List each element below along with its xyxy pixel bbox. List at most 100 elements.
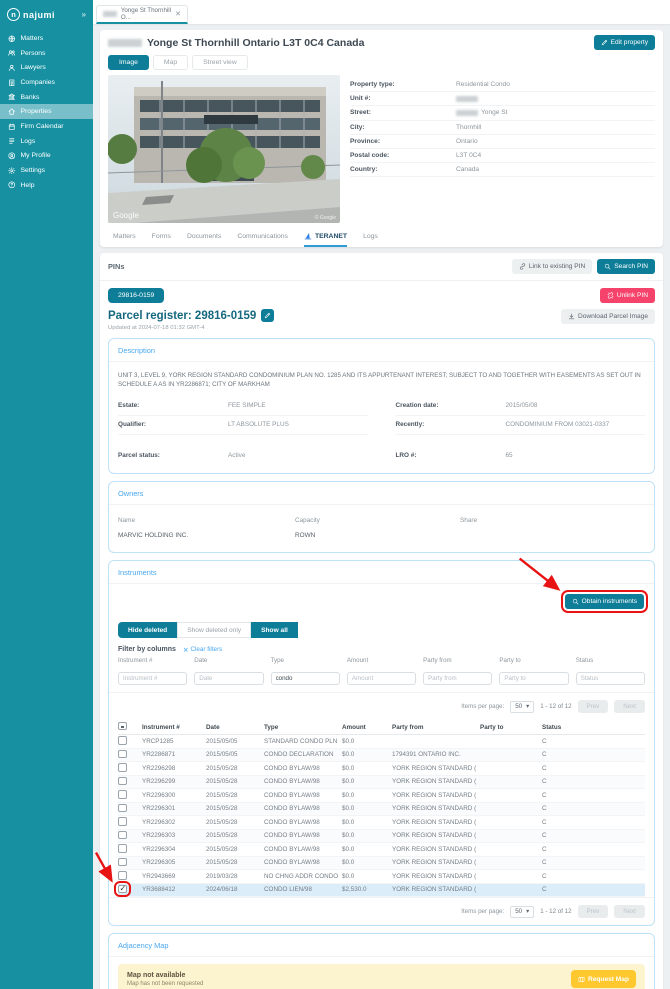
row-checkbox[interactable] bbox=[118, 857, 127, 867]
cell-party-from: YORK REGION STANDARD ( bbox=[392, 872, 477, 880]
register-updated-timestamp: Updated at 2024-07-18 01:32 GMT-4 bbox=[108, 325, 205, 331]
description-field: LRO #: 65 bbox=[396, 447, 646, 465]
open-record-tab[interactable]: Yonge St Thornhill O... ✕ bbox=[96, 5, 188, 24]
najumi-logo-icon: n bbox=[7, 8, 20, 21]
legal-description-text: UNIT 3, LEVEL 9, YORK REGION STANDARD CO… bbox=[118, 372, 641, 389]
instrument-row[interactable]: YR2286871 2015/05/05 CONDO DECLARATION $… bbox=[118, 748, 645, 763]
toggle-button[interactable]: Show deleted only bbox=[177, 622, 252, 639]
row-checkbox[interactable] bbox=[118, 830, 127, 840]
filter-column-label: Date bbox=[194, 657, 208, 665]
instrument-row[interactable]: YR2296299 2015/05/28 CONDO BYLAW/98 $0.0… bbox=[118, 775, 645, 790]
link-to-existing-pin-button[interactable]: Link to existing PIN bbox=[511, 259, 593, 274]
property-header: Yonge St Thornhill Ontario L3T 0C4 Canad… bbox=[108, 35, 655, 50]
filter-input[interactable] bbox=[194, 672, 264, 686]
close-icon[interactable]: ✕ bbox=[175, 10, 181, 18]
sidebar-item-my-profile[interactable]: My Profile bbox=[0, 149, 93, 164]
toggle-button[interactable]: Show all bbox=[251, 622, 298, 639]
view-tab-street-view[interactable]: Street view bbox=[192, 55, 248, 70]
next-page-button[interactable]: Next bbox=[614, 905, 645, 919]
page-size-select[interactable]: 50 ▾ bbox=[510, 905, 535, 918]
instrument-row[interactable]: YR2296301 2015/05/28 CONDO BYLAW/98 $0.0… bbox=[118, 802, 645, 817]
sidebar-item-logs[interactable]: Logs bbox=[0, 134, 93, 149]
instrument-row[interactable]: YR2296298 2015/05/28 CONDO BYLAW/98 $0.0… bbox=[118, 762, 645, 776]
page-size-select[interactable]: 50 ▾ bbox=[510, 700, 535, 713]
owners-section: Owners Name Capacity Share MARVIC HOLDIN… bbox=[108, 480, 655, 553]
edit-parcel-register-button[interactable] bbox=[261, 309, 275, 322]
pin-chip[interactable]: 29816-0159 bbox=[108, 288, 165, 303]
field-label: LRO #: bbox=[395, 452, 417, 460]
sidebar-item-lawyers[interactable]: Lawyers bbox=[0, 60, 93, 75]
instrument-row[interactable]: YR2296304 2015/05/28 CONDO BYLAW/98 $0.0… bbox=[118, 843, 645, 857]
instrument-row[interactable]: YR2943669 2019/03/28 NO CHNG ADDR CONDO … bbox=[118, 870, 645, 884]
toggle-button[interactable]: Hide deleted bbox=[118, 622, 178, 639]
edit-property-button[interactable]: Edit property bbox=[593, 35, 655, 50]
google-copyright: © Google bbox=[315, 214, 336, 221]
row-checkbox[interactable] bbox=[114, 880, 131, 897]
sidebar-item-banks[interactable]: Banks bbox=[0, 90, 93, 105]
tab-communications[interactable]: Communications bbox=[237, 227, 288, 247]
prev-page-button[interactable]: Prev bbox=[577, 700, 609, 714]
cell-amount: $0.0 bbox=[342, 818, 355, 826]
property-field-row: Country: Canada bbox=[350, 163, 655, 178]
prev-page-button[interactable]: Prev bbox=[577, 905, 609, 919]
logs-icon bbox=[8, 137, 16, 145]
unlink-pin-button[interactable]: Unlink PIN bbox=[599, 288, 655, 303]
cell-party-from: YORK REGION STANDARD ( bbox=[392, 818, 477, 826]
request-map-button[interactable]: Request Map bbox=[570, 970, 636, 989]
instrument-row[interactable]: YRCP1285 2015/05/05 STANDARD CONDO PLN $… bbox=[118, 735, 645, 749]
row-checkbox[interactable] bbox=[118, 776, 127, 786]
sidebar-item-properties[interactable]: Properties bbox=[0, 104, 93, 120]
tab-forms[interactable]: Forms bbox=[152, 227, 171, 247]
cell-type: CONDO BYLAW/98 bbox=[264, 859, 320, 867]
instrument-row[interactable]: YR3688412 2024/06/18 CONDO LIEN/98 $2,53… bbox=[114, 880, 645, 898]
obtain-instruments-button[interactable]: Obtain instruments bbox=[560, 589, 649, 613]
row-checkbox[interactable] bbox=[118, 817, 127, 826]
tab-documents[interactable]: Documents bbox=[187, 227, 221, 247]
search-icon bbox=[604, 263, 611, 270]
clear-filters-link[interactable]: Clear filters bbox=[183, 646, 222, 653]
field-label: Qualifier: bbox=[118, 421, 147, 429]
help-icon bbox=[8, 181, 16, 189]
instrument-row[interactable]: YR2296303 2015/05/28 CONDO BYLAW/98 $0.0… bbox=[118, 829, 645, 844]
sidebar-item-persons[interactable]: Persons bbox=[0, 46, 93, 61]
row-checkbox[interactable] bbox=[118, 790, 127, 799]
select-all-checkbox[interactable] bbox=[118, 721, 127, 731]
sidebar-item-firm-calendar[interactable]: Firm Calendar bbox=[0, 119, 93, 134]
field-label: City: bbox=[350, 123, 365, 131]
filter-input[interactable] bbox=[499, 672, 569, 686]
sidebar-item-matters[interactable]: Matters bbox=[0, 31, 93, 46]
row-checkbox[interactable] bbox=[118, 803, 127, 813]
field-value: Thornhill bbox=[456, 123, 482, 131]
filter-input[interactable] bbox=[575, 672, 645, 686]
sidebar-item-companies[interactable]: Companies bbox=[0, 75, 93, 90]
tab-teranet[interactable]: TERANET bbox=[303, 227, 348, 247]
row-checkbox[interactable] bbox=[118, 736, 127, 745]
view-tab-image[interactable]: Image bbox=[108, 55, 149, 70]
cell-type: CONDO BYLAW/98 bbox=[264, 832, 320, 840]
row-checkbox[interactable] bbox=[118, 871, 127, 880]
sidebar-item-help[interactable]: Help bbox=[0, 178, 93, 193]
filter-input[interactable] bbox=[118, 672, 188, 686]
row-checkbox[interactable] bbox=[118, 844, 127, 853]
view-tab-map[interactable]: Map bbox=[152, 55, 189, 70]
instrument-row[interactable]: YR2296300 2015/05/28 CONDO BYLAW/98 $0.0… bbox=[118, 789, 645, 803]
instrument-row[interactable]: YR2296305 2015/05/28 CONDO BYLAW/98 $0.0… bbox=[118, 856, 645, 871]
filter-input[interactable] bbox=[346, 672, 417, 686]
filter-input[interactable] bbox=[270, 672, 340, 686]
instrument-row[interactable]: YR2296302 2015/05/28 CONDO BYLAW/98 $0.0… bbox=[118, 816, 645, 830]
cell-status: C bbox=[542, 764, 547, 772]
tab-matters[interactable]: Matters bbox=[113, 227, 136, 247]
filter-input[interactable] bbox=[423, 672, 493, 686]
download-parcel-image-button[interactable]: Download Parcel Image bbox=[560, 309, 655, 324]
tab-logs[interactable]: Logs bbox=[363, 227, 378, 247]
row-checkbox[interactable] bbox=[118, 763, 127, 772]
next-page-button[interactable]: Next bbox=[614, 700, 645, 714]
search-pin-button[interactable]: Search PIN bbox=[597, 259, 655, 274]
chevron-down-icon: ▾ bbox=[526, 908, 530, 916]
filter-column-label: Type bbox=[270, 657, 284, 665]
sidebar-collapse-icon[interactable]: » bbox=[82, 10, 86, 19]
sidebar-item-label: Companies bbox=[20, 78, 55, 86]
row-checkbox[interactable] bbox=[118, 749, 127, 759]
sidebar-item-settings[interactable]: Settings bbox=[0, 163, 93, 178]
unlink-icon bbox=[607, 292, 614, 299]
